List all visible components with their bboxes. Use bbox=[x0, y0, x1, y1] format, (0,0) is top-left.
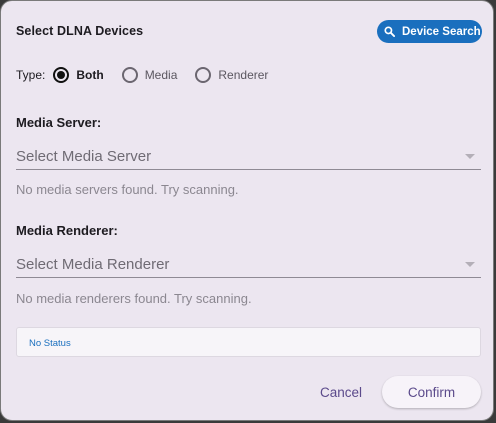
media-renderer-select[interactable]: Select Media Renderer bbox=[16, 252, 481, 278]
media-server-hint: No media servers found. Try scanning. bbox=[16, 182, 239, 197]
type-filter: Type: Both Media Renderer bbox=[16, 63, 286, 87]
media-renderer-label: Media Renderer: bbox=[16, 223, 118, 238]
radio-renderer-label: Renderer bbox=[218, 68, 269, 82]
radio-both[interactable] bbox=[53, 67, 70, 83]
radio-media[interactable] bbox=[121, 67, 138, 83]
radio-both-label: Both bbox=[76, 68, 104, 82]
media-server-placeholder: Select Media Server bbox=[16, 148, 152, 165]
type-option-both[interactable]: Both bbox=[53, 67, 104, 83]
dropdown-caret-icon bbox=[465, 154, 475, 159]
confirm-button[interactable]: Confirm bbox=[382, 376, 481, 408]
status-text: No Status bbox=[29, 338, 71, 349]
device-search-button[interactable]: Device Search bbox=[377, 20, 482, 43]
media-renderer-hint: No media renderers found. Try scanning. bbox=[16, 291, 252, 306]
type-option-media[interactable]: Media bbox=[121, 67, 178, 83]
search-icon bbox=[383, 26, 395, 38]
dialog-title: Select DLNA Devices bbox=[16, 24, 144, 38]
radio-renderer[interactable] bbox=[195, 67, 212, 83]
radio-media-label: Media bbox=[144, 68, 178, 82]
cancel-button[interactable]: Cancel bbox=[306, 376, 376, 408]
device-search-label: Device Search bbox=[402, 25, 481, 38]
media-renderer-placeholder: Select Media Renderer bbox=[16, 256, 170, 273]
dropdown-caret-icon bbox=[465, 262, 475, 267]
dlna-device-dialog: Select DLNA Devices Device Search Type: … bbox=[0, 0, 494, 421]
media-server-select[interactable]: Select Media Server bbox=[16, 144, 481, 170]
type-option-renderer[interactable]: Renderer bbox=[195, 67, 268, 83]
media-server-label: Media Server: bbox=[16, 115, 102, 130]
status-box: No Status bbox=[16, 327, 481, 357]
type-label: Type: bbox=[16, 68, 46, 82]
